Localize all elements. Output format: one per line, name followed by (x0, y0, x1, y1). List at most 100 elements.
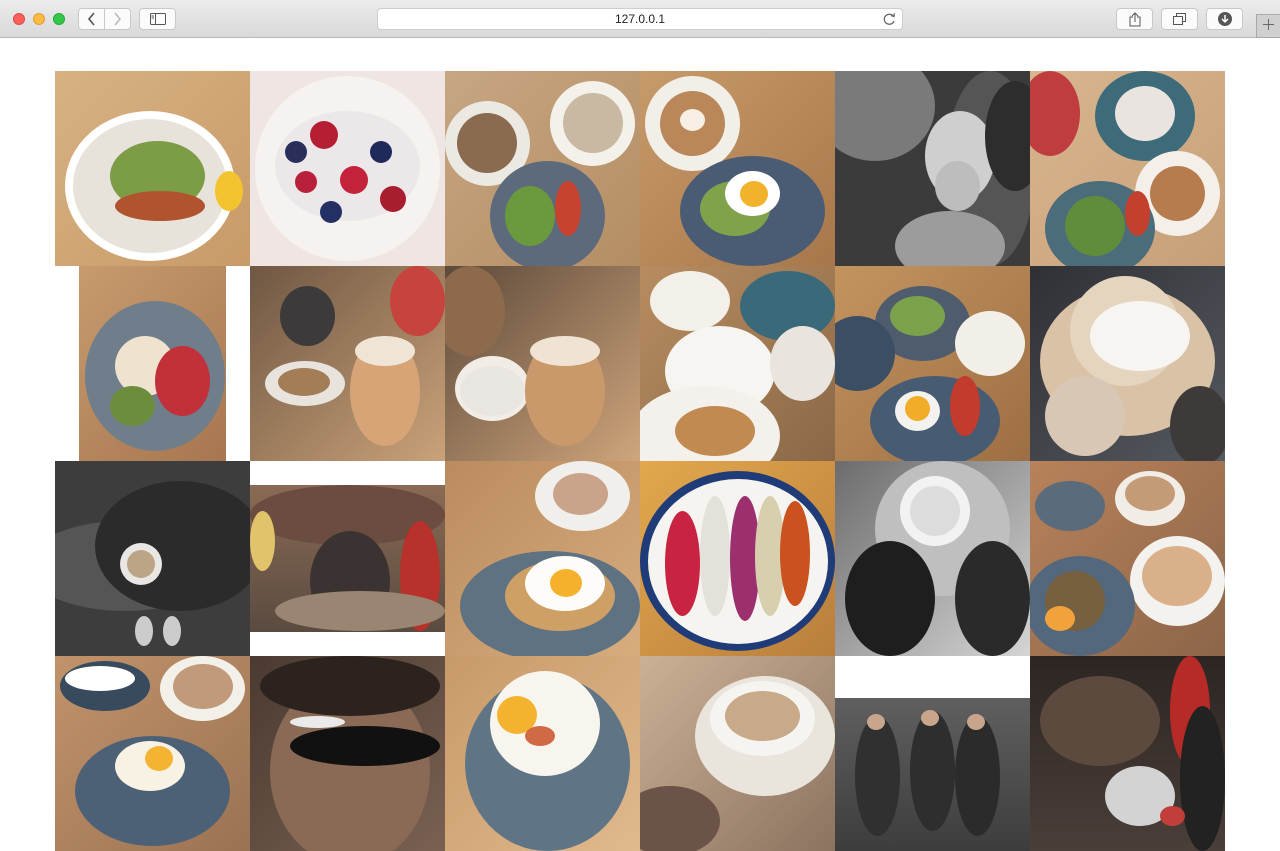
photo-detail (890, 296, 945, 336)
sidebar-button[interactable] (139, 8, 176, 30)
photo-tile-man-with-glasses[interactable] (250, 656, 445, 851)
new-tab-button[interactable] (1256, 14, 1280, 38)
photo-tile-latte-and-acai-bowl[interactable] (445, 71, 640, 266)
photo-detail (145, 746, 173, 771)
photo-tile-two-hands-cup-closeup[interactable] (640, 656, 835, 851)
photo-detail (555, 181, 581, 236)
photo-detail (845, 541, 935, 656)
photo-tile-smoothie-and-berry-toast[interactable] (1030, 71, 1225, 266)
back-button[interactable] (78, 8, 105, 30)
photo-tile-acai-bowl-egg-toast[interactable] (835, 266, 1030, 461)
forward-button[interactable] (104, 8, 131, 30)
url-text: 127.0.0.1 (614, 12, 666, 26)
back-icon (87, 12, 96, 26)
photo-detail (1065, 196, 1125, 256)
photo-tile-egg-and-beetroot-plate[interactable] (55, 266, 250, 461)
photo-detail (320, 201, 342, 223)
photo-detail (955, 311, 1025, 376)
photo-tile-coffee-on-wood-plank[interactable] (55, 461, 250, 656)
photo-detail (1090, 301, 1190, 371)
show-tabs-button[interactable] (1161, 8, 1198, 30)
photo-detail (675, 406, 755, 456)
photo-detail (563, 93, 623, 153)
photo-detail (390, 266, 445, 336)
photo-detail (280, 286, 335, 346)
share-button[interactable] (1116, 8, 1153, 30)
photo-detail (967, 714, 985, 730)
photo-detail (955, 716, 1000, 836)
address-bar[interactable]: 127.0.0.1 (377, 8, 903, 30)
photo-detail (163, 616, 181, 646)
photo-tile-teapot-and-pastry[interactable] (640, 266, 835, 461)
photo-detail (278, 368, 330, 396)
photo-detail (910, 486, 960, 536)
photo-detail (553, 473, 608, 515)
photo-detail (1142, 546, 1212, 606)
photo-detail (1045, 606, 1075, 631)
photo-detail (1170, 386, 1225, 461)
photo-detail (115, 191, 205, 221)
share-icon (1129, 11, 1141, 27)
photo-detail (135, 616, 153, 646)
downloads-button[interactable] (1206, 8, 1243, 30)
plus-icon (1263, 17, 1274, 35)
photo-detail (1150, 166, 1205, 221)
photo-tile-latte-and-breakfast-plate[interactable] (55, 656, 250, 851)
photo-detail (867, 714, 885, 730)
photo-detail (460, 366, 525, 416)
photo-detail (127, 550, 155, 578)
photo-detail (1115, 86, 1175, 141)
photo-detail (700, 496, 730, 616)
photo-detail (935, 161, 980, 211)
photo-detail (1180, 706, 1225, 851)
photo-detail (1125, 191, 1150, 236)
reload-icon[interactable] (883, 12, 896, 29)
download-icon (1217, 12, 1232, 26)
photo-detail (550, 569, 582, 597)
photo-tile-cafe-entrance-bike[interactable] (1030, 656, 1225, 851)
minimize-window-button[interactable] (33, 13, 45, 25)
photo-detail (505, 186, 555, 246)
photo-detail (921, 710, 939, 726)
photo-detail (173, 664, 233, 709)
photo-detail (380, 186, 406, 212)
photo-tile-avocado-toast-plate[interactable] (55, 71, 250, 266)
photo-detail (290, 716, 345, 728)
photo-tile-latte-art-egg-toast[interactable] (640, 71, 835, 266)
photo-detail (650, 271, 730, 331)
photo-tile-cafe-storefront[interactable] (250, 461, 445, 656)
zoom-window-button[interactable] (53, 13, 65, 25)
photo-detail (290, 726, 440, 766)
photo-tile-hands-holding-cup-bw[interactable] (835, 461, 1030, 656)
photo-detail (525, 726, 555, 746)
photo-detail (770, 326, 835, 401)
photo-tile-latte-and-banana-bread[interactable] (1030, 461, 1225, 656)
photo-detail (370, 141, 392, 163)
tabs-icon (1173, 13, 1186, 25)
photo-detail (1045, 376, 1125, 456)
photo-detail (1125, 476, 1175, 511)
photo-tile-iced-coffee-jar-camera[interactable] (250, 266, 445, 461)
close-window-button[interactable] (13, 13, 25, 25)
photo-tile-fried-egg-closeup[interactable] (445, 656, 640, 851)
photo-detail (950, 376, 980, 436)
photo-detail (155, 346, 210, 416)
photo-detail (65, 666, 135, 691)
photo-tile-iced-coffee-jar-cup[interactable] (445, 266, 640, 461)
photo-detail (250, 511, 275, 571)
browser-toolbar: 127.0.0.1 (0, 0, 1280, 38)
photo-tile-woman-drinking-coffee[interactable] (1030, 266, 1225, 461)
photo-detail (295, 171, 317, 193)
photo-tile-berry-toast-plate[interactable] (250, 71, 445, 266)
photo-detail (740, 181, 768, 207)
photo-detail (110, 386, 155, 426)
photo-tile-colorful-acai-bowl[interactable] (640, 461, 835, 656)
photo-tile-group-of-friends-street[interactable] (835, 656, 1030, 851)
photo-detail (665, 511, 700, 616)
photo-detail (355, 336, 415, 366)
photo-detail (1160, 806, 1185, 826)
photo-tile-egg-toast-with-coffee[interactable] (445, 461, 640, 656)
photo-detail (260, 656, 440, 716)
photo-detail (905, 396, 930, 421)
photo-tile-mother-and-baby-bw[interactable] (835, 71, 1030, 266)
